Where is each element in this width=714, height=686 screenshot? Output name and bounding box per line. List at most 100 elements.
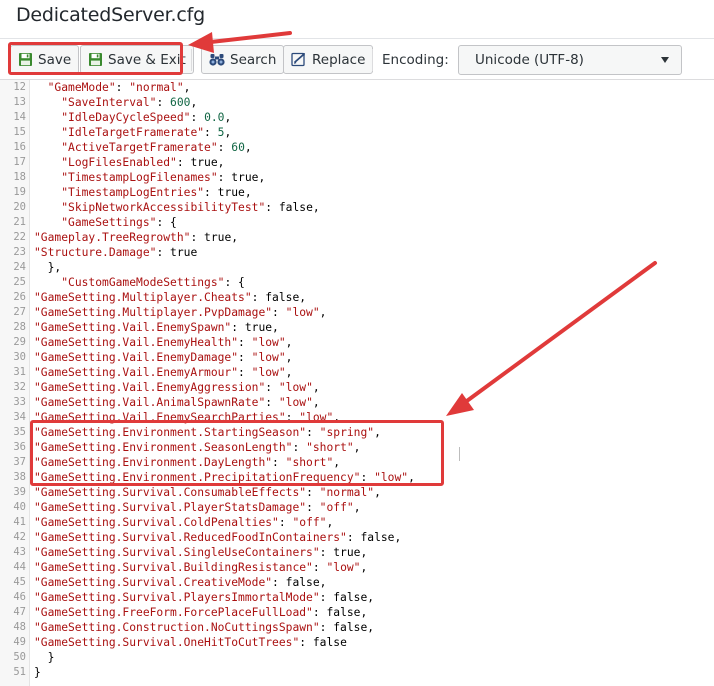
code-text: "GameSetting.Survival.OneHitToCutTrees":… — [34, 636, 347, 649]
line-number: 14 — [13, 111, 26, 123]
line-number: 25 — [13, 276, 26, 288]
line-number: 28 — [13, 321, 26, 333]
line-number: 32 — [13, 381, 26, 393]
floppy-disk-icon — [18, 52, 33, 67]
code-text: "SaveInterval": 600, — [61, 96, 198, 109]
line-number: 17 — [13, 156, 26, 168]
line-number: 51 — [13, 666, 26, 678]
line-number: 20 — [13, 201, 26, 213]
code-text: "GameSetting.Multiplayer.PvpDamage": "lo… — [34, 306, 327, 319]
binoculars-icon — [209, 52, 225, 67]
line-number: 16 — [13, 141, 26, 153]
line-number: 26 — [13, 291, 26, 303]
line-number: 35 — [13, 426, 26, 438]
code-text: } — [34, 651, 55, 664]
code-text: "GameSetting.Vail.EnemyHealth": "low", — [34, 336, 293, 349]
line-number: 33 — [13, 396, 26, 408]
code-text: "GameSetting.Vail.EnemySpawn": true, — [34, 321, 279, 334]
code-text: } — [34, 666, 41, 679]
code-text: "GameSetting.Vail.EnemyDamage": "low", — [34, 351, 293, 364]
line-number: 43 — [13, 546, 26, 558]
code-text: "SkipNetworkAccessibilityTest": false, — [61, 201, 320, 214]
code-text: "Gameplay.TreeRegrowth": true, — [34, 231, 239, 244]
save-and-exit-button[interactable]: Save & Exit — [80, 45, 194, 74]
line-number: 18 — [13, 171, 26, 183]
code-text: "Structure.Damage": true — [34, 246, 198, 259]
save-button[interactable]: Save — [10, 45, 80, 74]
toolbar-divider — [372, 49, 373, 71]
code-text: "GameSetting.Construction.NoCuttingsSpaw… — [34, 621, 375, 634]
chevron-down-icon — [661, 57, 669, 63]
code-text: "TimestampLogFilenames": true, — [61, 171, 266, 184]
code-text: "GameSettings": { — [61, 216, 177, 229]
search-button[interactable]: Search — [201, 45, 285, 74]
code-text: "TimestampLogEntries": true, — [61, 186, 252, 199]
code-text: "GameSetting.Environment.DayLength": "sh… — [34, 456, 341, 469]
editor-toolbar: Save Save & Exit Search Replace Encoding… — [0, 38, 714, 80]
line-number: 23 — [13, 246, 26, 258]
code-text: "GameMode": "normal", — [47, 81, 191, 94]
line-number: 19 — [13, 186, 26, 198]
code-text: "GameSetting.Survival.BuildingResistance… — [34, 561, 368, 574]
line-number: 34 — [13, 411, 26, 423]
code-text: "IdleTargetFramerate": 5, — [61, 126, 232, 139]
line-number: 44 — [13, 561, 26, 573]
code-text: "GameSetting.Survival.CreativeMode": fal… — [34, 576, 327, 589]
line-number: 31 — [13, 366, 26, 378]
line-number: 46 — [13, 591, 26, 603]
line-number: 40 — [13, 501, 26, 513]
code-text: }, — [34, 261, 62, 274]
code-text: "GameSetting.Survival.PlayerStatsDamage"… — [34, 501, 361, 514]
code-text: "GameSetting.Vail.AnimalSpawnRate": "low… — [34, 396, 320, 409]
code-text: "GameSetting.Environment.StartingSeason"… — [34, 426, 381, 439]
replace-button-label: Replace — [312, 51, 366, 68]
line-number: 42 — [13, 531, 26, 543]
line-number: 24 — [13, 261, 26, 273]
encoding-value: Unicode (UTF-8) — [475, 52, 584, 68]
save-button-label: Save — [38, 51, 72, 68]
line-number: 13 — [13, 96, 26, 108]
code-text: "GameSetting.Survival.SingleUseContainer… — [34, 546, 368, 559]
code-text: "GameSetting.Multiplayer.Cheats": false, — [34, 291, 307, 304]
line-number: 12 — [13, 81, 26, 93]
line-number: 49 — [13, 636, 26, 648]
encoding-label: Encoding: — [382, 52, 449, 68]
code-editor[interactable]: 12 "GameMode": "normal", 13 "SaveInterval… — [0, 80, 714, 686]
floppy-disk-icon — [88, 52, 103, 67]
line-number: 48 — [13, 621, 26, 633]
line-number: 36 — [13, 441, 26, 453]
line-number: 15 — [13, 126, 26, 138]
line-number: 39 — [13, 486, 26, 498]
code-text: "GameSetting.FreeForm.ForcePlaceFullLoad… — [34, 606, 368, 619]
line-number: 29 — [13, 336, 26, 348]
encoding-select[interactable]: Unicode (UTF-8) — [458, 45, 682, 75]
line-number: 30 — [13, 351, 26, 363]
line-number: 37 — [13, 456, 26, 468]
line-number: 21 — [13, 216, 26, 228]
code-text: "GameSetting.Survival.ReducedFoodInConta… — [34, 531, 402, 544]
code-text: "GameSetting.Survival.ColdPenalties": "o… — [34, 516, 334, 529]
save-and-exit-button-label: Save & Exit — [108, 51, 186, 68]
code-text: "LogFilesEnabled": true, — [61, 156, 225, 169]
code-text: "GameSetting.Vail.EnemyAggression": "low… — [34, 381, 320, 394]
code-text: "CustomGameModeSettings": { — [61, 276, 245, 289]
search-button-label: Search — [230, 51, 277, 68]
toolbar-divider — [191, 49, 192, 71]
code-text: "GameSetting.Environment.SeasonLength": … — [34, 441, 361, 454]
code-text: "GameSetting.Vail.EnemySearchParties": "… — [34, 411, 341, 424]
line-number: 22 — [13, 231, 26, 243]
line-number: 50 — [13, 651, 26, 663]
code-text: "GameSetting.Survival.ConsumableEffects"… — [34, 486, 381, 499]
line-number: 38 — [13, 471, 26, 483]
line-number: 47 — [13, 606, 26, 618]
code-text: "IdleDayCycleSpeed": 0.0, — [61, 111, 232, 124]
replace-button[interactable]: Replace — [283, 45, 374, 74]
code-text: "GameSetting.Environment.PrecipitationFr… — [34, 471, 415, 484]
code-text: "GameSetting.Survival.PlayersImmortalMod… — [34, 591, 375, 604]
line-number: 27 — [13, 306, 26, 318]
replace-icon — [291, 52, 307, 67]
code-text: "GameSetting.Vail.EnemyArmour": "low", — [34, 366, 293, 379]
page-title: DedicatedServer.cfg — [16, 4, 205, 26]
line-number: 45 — [13, 576, 26, 588]
line-number: 41 — [13, 516, 26, 528]
